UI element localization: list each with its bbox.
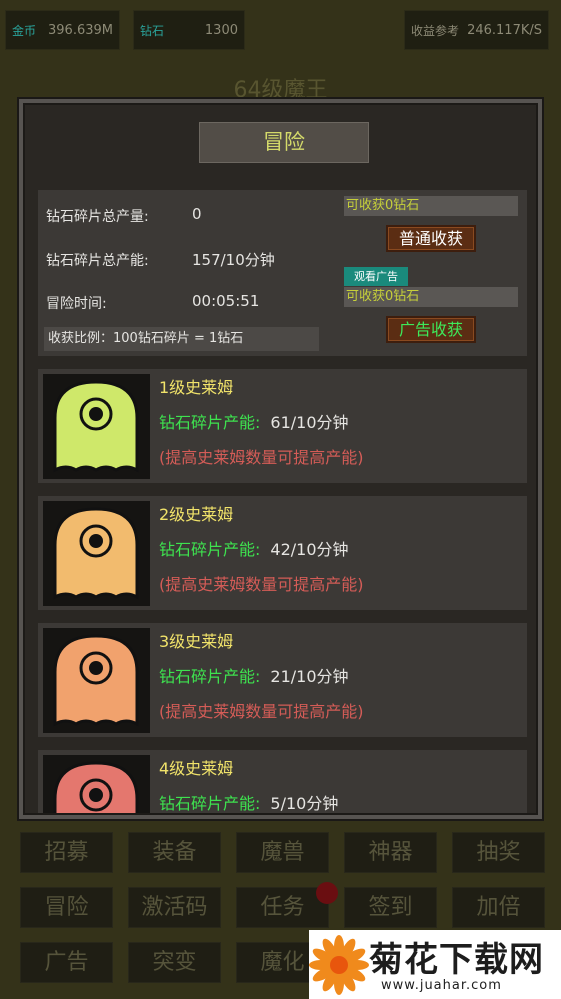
diamond-stat: 钻石 1300 [133,10,245,50]
slime-rate-label: 钻石碎片产能: [159,540,261,559]
collectable-ad: 可收获0钻石 [344,287,518,307]
slime-rate: 钻石碎片产能: 61/10分钟 [159,409,349,433]
collectable-normal: 可收获0钻石 [344,196,518,216]
slime-hint: (提高史莱姆数量可提高产能) [159,702,364,721]
adventure-time-value: 00:05:51 [192,292,260,310]
slime-portrait [43,755,150,813]
slime-rate-label: 钻石碎片产能: [159,413,261,432]
slime-2-icon [53,507,139,600]
watch-ad-badge[interactable]: 观看广告 [344,267,408,286]
menu-activation-code-button[interactable]: 激活码 [128,887,221,928]
gold-label: 金币 [12,23,37,38]
list-item: 1级史莱姆 钻石碎片产能: 61/10分钟 (提高史莱姆数量可提高产能) [38,369,527,483]
slime-name: 3级史莱姆 [159,632,234,651]
slime-portrait [43,374,150,479]
site-watermark: 菊花下载网 www.juahar.com [309,930,561,999]
slime-hint: (提高史莱姆数量可提高产能) [159,448,364,467]
gold-value: 396.639M [48,22,113,38]
slime-3-icon [53,634,139,727]
list-item: 4级史莱姆 钻石碎片产能: 5/10分钟 [38,750,527,813]
slime-portrait [43,628,150,733]
ad-harvest-button[interactable]: 广告收获 [386,316,476,343]
menu-artifact-button[interactable]: 神器 [344,832,437,873]
total-rate-label: 钻石碎片总产能: [46,253,149,269]
menu-mutation-button[interactable]: 突变 [128,942,221,983]
slime-rate-value: 42/10分钟 [270,540,349,559]
slime-1-icon [53,380,139,473]
list-item: 3级史莱姆 钻石碎片产能: 21/10分钟 (提高史莱姆数量可提高产能) [38,623,527,737]
total-rate-value: 157/10分钟 [192,251,275,269]
adventure-panel: 冒险 钻石碎片总产量: 0 钻石碎片总产能: 157/10分钟 冒险时间: 00… [19,99,542,819]
income-stat: 收益参考 246.117K/S [404,10,549,50]
menu-equipment-button[interactable]: 装备 [128,832,221,873]
slime-rate: 钻石碎片产能: 5/10分钟 [159,790,338,813]
slime-list[interactable]: 1级史莱姆 钻石碎片产能: 61/10分钟 (提高史莱姆数量可提高产能) 2级史莱… [38,369,527,813]
adventure-time-label: 冒险时间: [46,296,107,312]
list-item: 2级史莱姆 钻石碎片产能: 42/10分钟 (提高史莱姆数量可提高产能) [38,496,527,610]
diamond-value: 1300 [204,22,238,38]
harvest-ratio: 收获比例：100钻石碎片 = 1钻石 [44,327,319,351]
slime-name: 1级史莱姆 [159,378,234,397]
chrysanthemum-logo-icon [309,935,369,995]
normal-harvest-button[interactable]: 普通收获 [386,225,476,252]
slime-rate: 钻石碎片产能: 42/10分钟 [159,536,349,560]
slime-rate-label: 钻石碎片产能: [159,667,261,686]
total-output-value: 0 [192,205,202,223]
menu-adventure-button[interactable]: 冒险 [20,887,113,928]
watermark-url: www.juahar.com [381,978,502,993]
slime-name: 2级史莱姆 [159,505,234,524]
notification-dot [316,882,338,904]
adventure-info-box: 钻石碎片总产量: 0 钻石碎片总产能: 157/10分钟 冒险时间: 00:05… [38,190,527,356]
menu-beast-button[interactable]: 魔兽 [236,832,329,873]
menu-ad-button[interactable]: 广告 [20,942,113,983]
diamond-label: 钻石 [140,23,165,38]
slime-portrait [43,501,150,606]
slime-rate: 钻石碎片产能: 21/10分钟 [159,663,349,687]
slime-4-icon [53,761,139,813]
slime-rate-value: 5/10分钟 [270,794,339,813]
panel-title: 冒险 [199,122,369,163]
gold-stat: 金币 396.639M [5,10,120,50]
total-output-label: 钻石碎片总产量: [46,209,149,225]
slime-hint: (提高史莱姆数量可提高产能) [159,575,364,594]
income-label: 收益参考 [411,23,460,38]
slime-name: 4级史莱姆 [159,759,234,778]
menu-recruit-button[interactable]: 招募 [20,832,113,873]
slime-rate-value: 61/10分钟 [270,413,349,432]
income-value: 246.117K/S [467,22,542,38]
watermark-title: 菊花下载网 [369,940,544,980]
slime-rate-value: 21/10分钟 [270,667,349,686]
menu-double-button[interactable]: 加倍 [452,887,545,928]
slime-rate-label: 钻石碎片产能: [159,794,261,813]
menu-lottery-button[interactable]: 抽奖 [452,832,545,873]
menu-checkin-button[interactable]: 签到 [344,887,437,928]
top-status-bar: 金币 396.639M 钻石 1300 收益参考 246.117K/S [0,8,561,52]
